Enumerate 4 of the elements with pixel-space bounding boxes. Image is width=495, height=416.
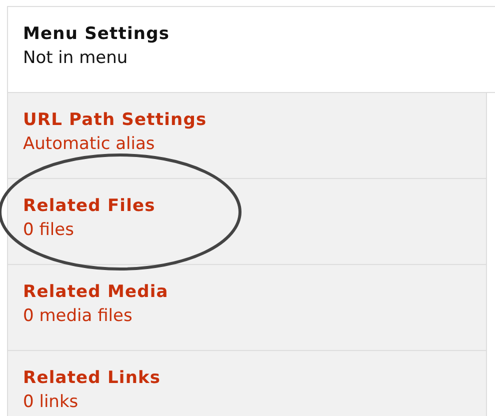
- vertical-tab[interactable]: URL Path Settings Automatic alias: [8, 93, 487, 179]
- vertical-tab[interactable]: Related Files 0 files: [8, 179, 487, 265]
- vertical-tab[interactable]: Related Media 0 media files: [8, 265, 487, 351]
- vertical-tab[interactable]: Related Links 0 links: [8, 351, 487, 416]
